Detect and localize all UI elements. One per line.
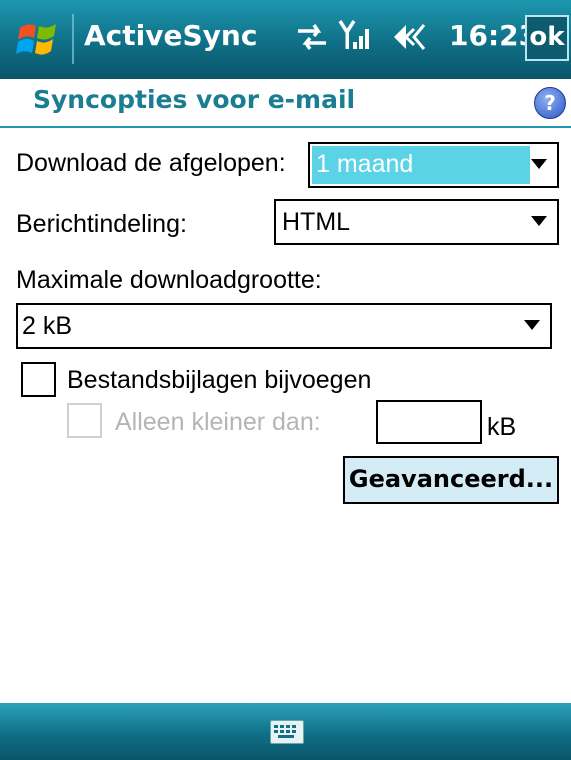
title-separator bbox=[72, 14, 74, 64]
keyboard-icon[interactable] bbox=[270, 720, 304, 744]
help-icon[interactable]: ? bbox=[534, 87, 566, 119]
download-period-value: 1 maand bbox=[316, 150, 414, 178]
page-header: Syncopties voor e-mail ? bbox=[0, 79, 571, 126]
bottom-bar bbox=[0, 703, 571, 760]
max-size-dropdown[interactable]: 2 kB bbox=[16, 303, 552, 349]
advanced-button[interactable]: Geavanceerd... bbox=[343, 456, 559, 504]
title-bar: ActiveSync 16:23 ok bbox=[0, 0, 571, 79]
page-title: Syncopties voor e-mail bbox=[33, 85, 356, 114]
header-divider bbox=[0, 126, 571, 128]
size-limit-checkbox[interactable] bbox=[67, 403, 102, 438]
chevron-down-icon bbox=[524, 320, 540, 330]
download-period-dropdown[interactable]: 1 maand bbox=[308, 142, 559, 188]
message-format-value: HTML bbox=[282, 208, 351, 236]
chevron-down-icon bbox=[531, 216, 547, 226]
size-limit-label: Alleen kleiner dan: bbox=[115, 408, 321, 436]
sync-arrows-icon bbox=[296, 22, 328, 56]
volume-icon bbox=[392, 21, 436, 57]
message-format-dropdown[interactable]: HTML bbox=[274, 199, 559, 245]
size-limit-input[interactable] bbox=[376, 400, 482, 444]
attachments-checkbox[interactable] bbox=[21, 362, 56, 397]
attachments-label: Bestandsbijlagen bijvoegen bbox=[67, 366, 372, 394]
ok-button[interactable]: ok bbox=[525, 15, 569, 61]
signal-icon bbox=[338, 18, 374, 58]
max-size-value: 2 kB bbox=[22, 312, 73, 340]
windows-start-icon[interactable] bbox=[14, 14, 64, 64]
max-size-label: Maximale downloadgrootte: bbox=[16, 266, 322, 294]
message-format-label: Berichtindeling: bbox=[16, 210, 187, 238]
chevron-down-icon bbox=[531, 159, 547, 169]
download-period-label: Download de afgelopen: bbox=[16, 149, 286, 177]
app-title: ActiveSync bbox=[84, 19, 258, 52]
size-unit-label: kB bbox=[487, 413, 517, 441]
